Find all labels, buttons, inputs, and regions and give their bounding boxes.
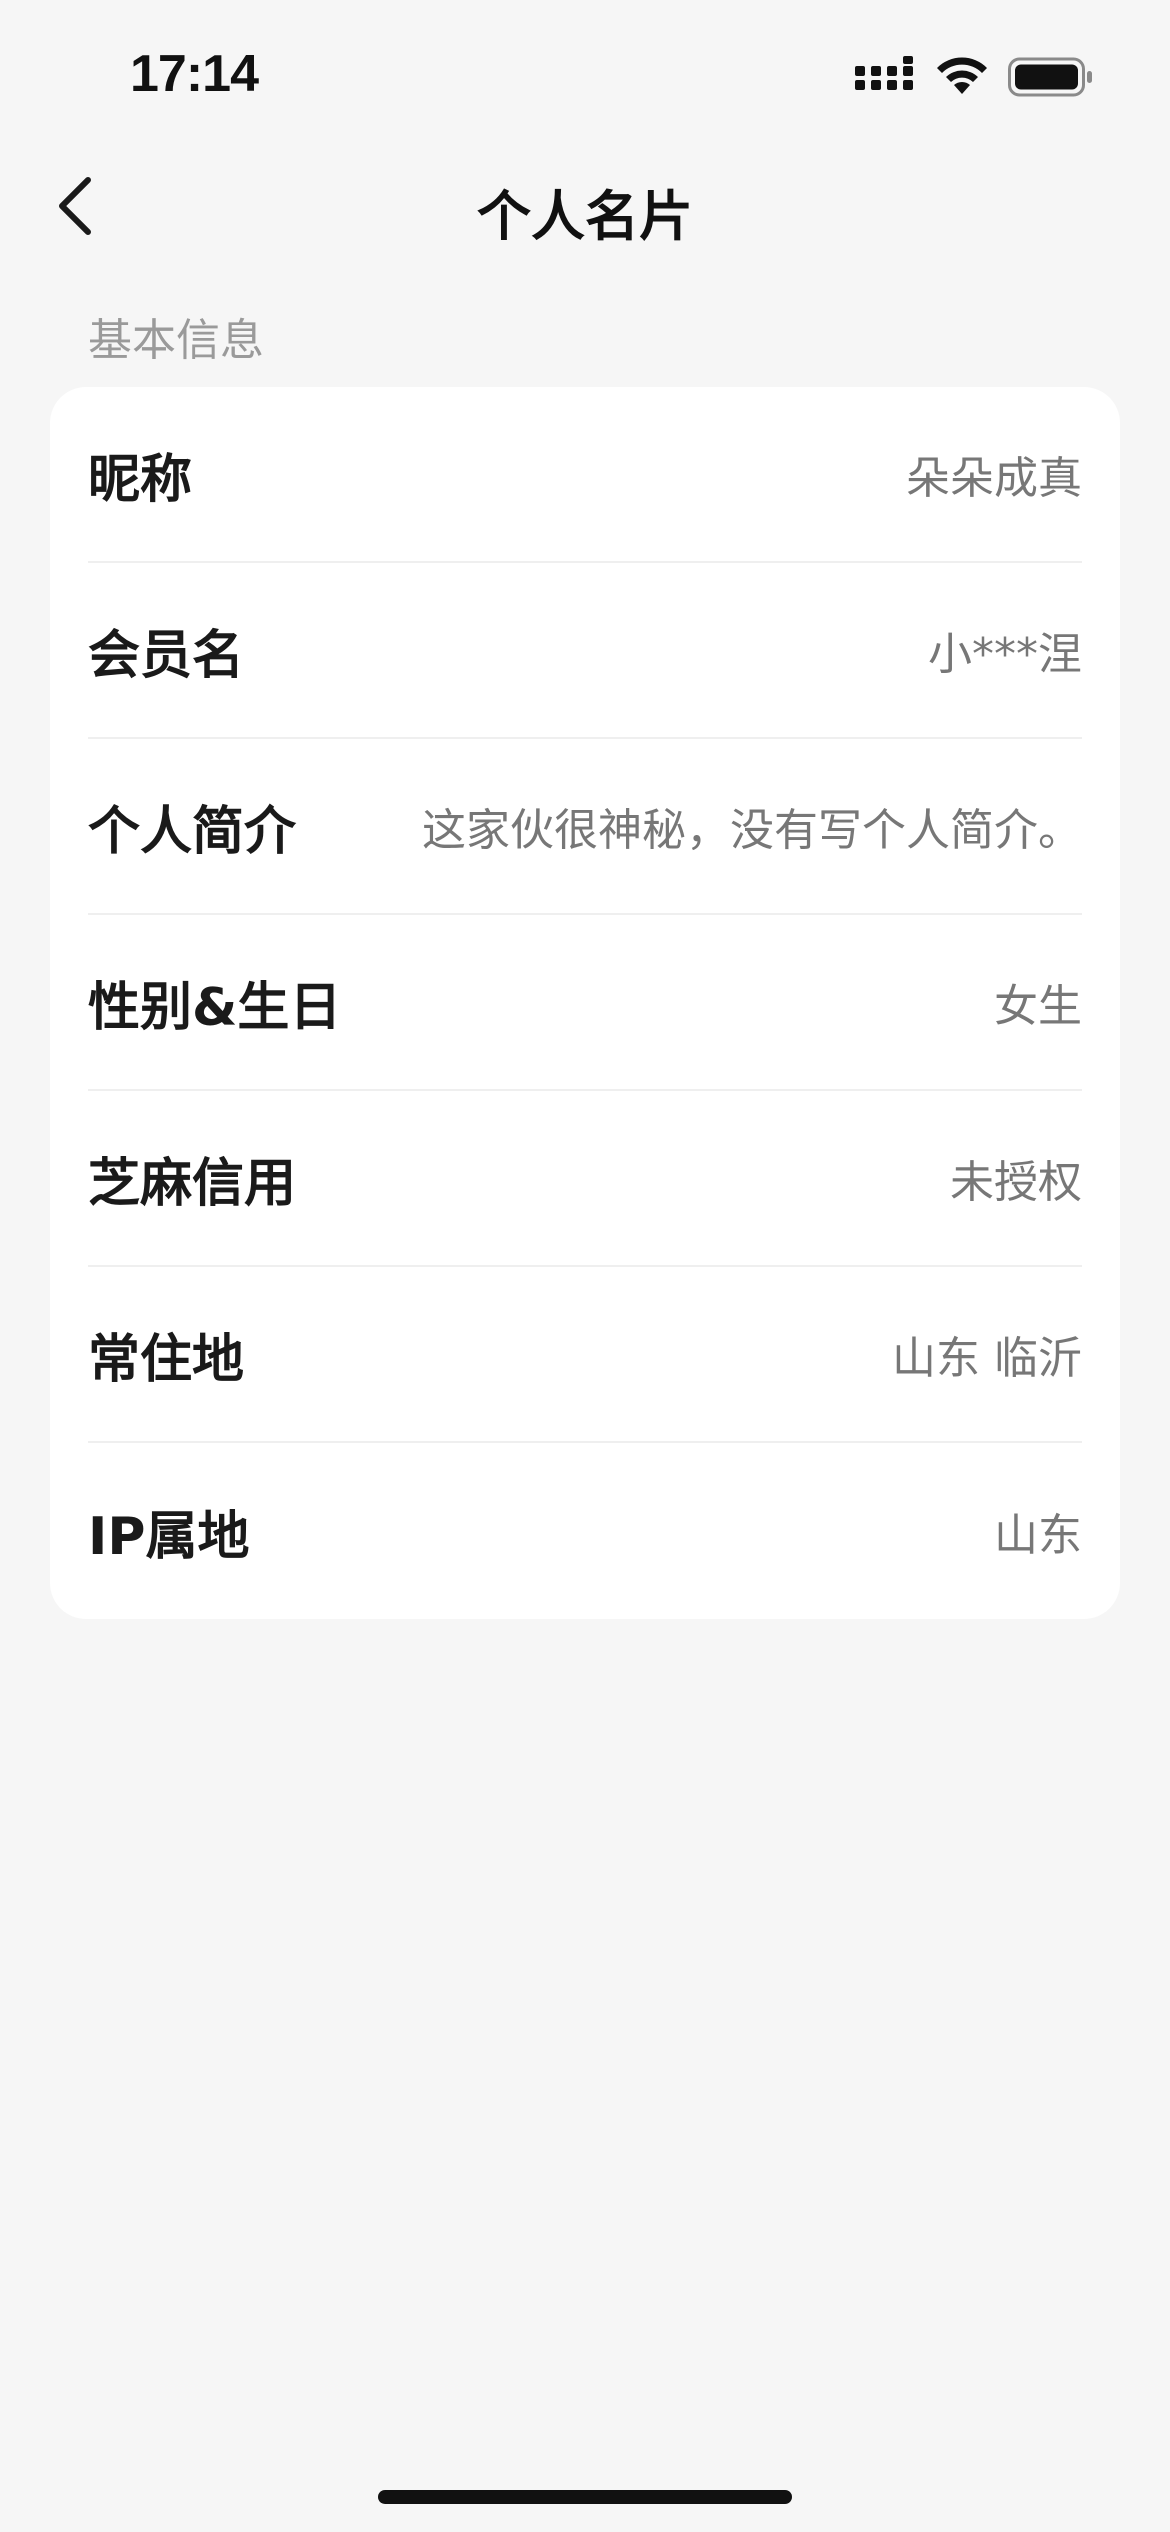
battery-icon: [1008, 57, 1092, 97]
row-value: 女生: [994, 981, 1082, 1032]
status-bar: 17:14: [0, 0, 1170, 150]
row-label: 性别&生日: [88, 977, 342, 1038]
navigation-bar: 个人名片: [0, 150, 1170, 260]
row-label: 常住地: [88, 1329, 245, 1390]
page-title: 个人名片: [477, 185, 693, 248]
basic-info-card: 昵称 朵朵成真 会员名 小***涅 个人简介 这家伙很神秘，没有写个人简介。 性…: [50, 387, 1120, 1619]
section-header-basic-info: 基本信息: [88, 315, 264, 366]
row-gender-birthday[interactable]: 性别&生日 女生: [88, 915, 1082, 1091]
status-time: 17:14: [130, 45, 259, 103]
row-label: 芝麻信用: [88, 1153, 297, 1214]
row-sesame-credit[interactable]: 芝麻信用 未授权: [88, 1091, 1082, 1267]
row-value: 这家伙很神秘，没有写个人简介。: [422, 805, 1082, 856]
row-residence[interactable]: 常住地 山东 临沂: [88, 1267, 1082, 1443]
row-member-name[interactable]: 会员名 小***涅: [88, 563, 1082, 739]
row-value: 山东: [994, 1510, 1082, 1561]
row-bio[interactable]: 个人简介 这家伙很神秘，没有写个人简介。: [88, 739, 1082, 915]
row-label: 个人简介: [88, 801, 297, 862]
row-label: 会员名: [88, 625, 245, 686]
row-value: 未授权: [950, 1157, 1082, 1208]
row-label: IP属地: [88, 1506, 250, 1567]
home-indicator[interactable]: [378, 2490, 792, 2504]
row-value: 朵朵成真: [906, 453, 1082, 504]
row-label: 昵称: [88, 449, 193, 510]
row-value: 小***涅: [928, 629, 1082, 680]
row-value: 山东 临沂: [892, 1333, 1082, 1384]
wifi-icon: [937, 57, 987, 94]
row-nickname[interactable]: 昵称 朵朵成真: [88, 387, 1082, 563]
row-ip-location: IP属地 山东: [88, 1443, 1082, 1619]
cellular-signal-icon: [855, 56, 913, 90]
